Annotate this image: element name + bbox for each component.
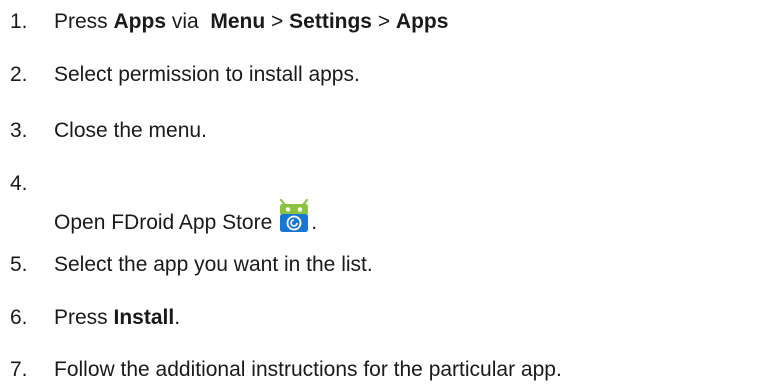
step-text: Select permission to install apps. <box>54 63 360 86</box>
step-number: 2. <box>10 63 28 86</box>
step-number: 7. <box>10 358 28 381</box>
step-text: Open FDroid App Store . <box>54 198 318 235</box>
step-text: Press Apps via Menu > Settings > Apps <box>54 10 448 34</box>
apps-label: Apps <box>113 10 167 33</box>
fdroid-app-icon <box>277 198 311 233</box>
step-text-part: Press <box>54 10 114 33</box>
step-text: Follow the additional instructions for t… <box>54 358 562 381</box>
step-text-part: . <box>174 306 181 329</box>
step-text-part: Open FDroid App Store <box>54 211 273 234</box>
separator: > <box>265 10 290 33</box>
step-number: 1. <box>10 10 28 33</box>
apps-label: Apps <box>395 10 449 33</box>
step-text: Close the menu. <box>54 119 207 142</box>
step-text-part: Press <box>54 306 114 329</box>
step-text-part: . <box>311 211 318 234</box>
separator: > <box>371 10 396 33</box>
step-number: 4. <box>10 172 28 195</box>
step-number: 6. <box>10 306 28 329</box>
settings-label: Settings <box>289 10 372 33</box>
install-label: Install <box>113 306 175 329</box>
step-text: Select the app you want in the list. <box>54 253 373 276</box>
step-text-part: via <box>166 10 211 33</box>
menu-label: Menu <box>210 10 266 33</box>
step-text: Press Install. <box>54 306 180 330</box>
step-number: 3. <box>10 119 28 142</box>
step-number: 5. <box>10 253 28 276</box>
